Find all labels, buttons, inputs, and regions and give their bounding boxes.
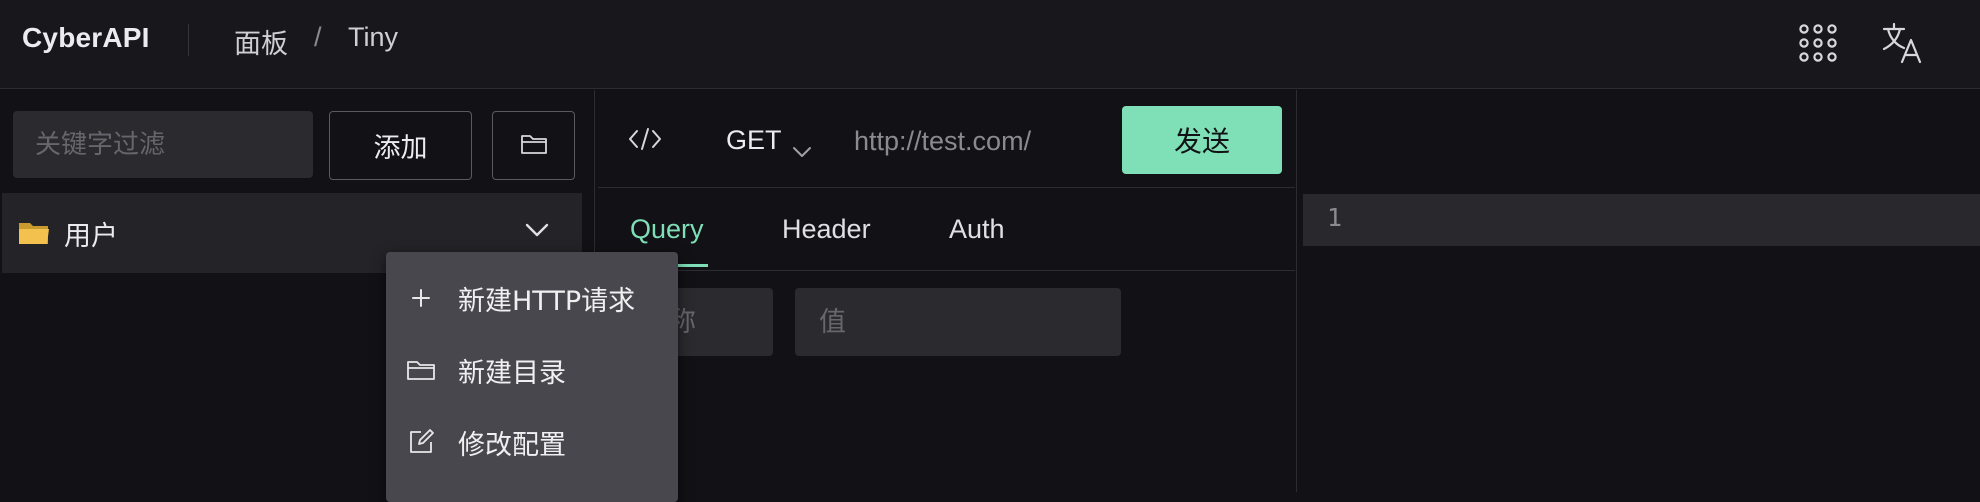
menu-item-label: 新建目录 bbox=[458, 357, 566, 389]
editor-line[interactable]: 1 bbox=[1303, 194, 1980, 246]
plus-icon bbox=[406, 283, 436, 313]
query-value-input[interactable] bbox=[795, 288, 1121, 356]
menu-item-edit-config[interactable]: 修改配置 bbox=[386, 410, 678, 474]
menu-item-new-folder[interactable]: 新建目录 bbox=[386, 338, 678, 402]
folder-outline-icon bbox=[520, 132, 548, 159]
chevron-down-icon bbox=[792, 134, 812, 157]
method-value: GET bbox=[726, 124, 782, 155]
menu-item-label: 修改配置 bbox=[458, 429, 566, 461]
tab-header[interactable]: Header bbox=[782, 214, 871, 245]
code-icon[interactable] bbox=[628, 126, 662, 152]
translate-icon[interactable] bbox=[1880, 20, 1926, 66]
keyword-filter-input[interactable] bbox=[13, 111, 313, 178]
tabs-divider bbox=[598, 270, 1295, 271]
breadcrumb-separator: / bbox=[314, 22, 322, 52]
app-brand[interactable]: CyberAPI bbox=[22, 22, 150, 54]
edit-icon bbox=[406, 427, 436, 457]
breadcrumb-root[interactable]: 面板 bbox=[234, 22, 288, 61]
url-divider bbox=[598, 187, 1295, 188]
tab-query[interactable]: Query bbox=[630, 214, 704, 245]
top-bar: CyberAPI 面板 / Tiny bbox=[0, 0, 1980, 89]
request-panel: GET 发送 Query Header Auth bbox=[598, 90, 1295, 492]
menu-item-new-http-request[interactable]: 新建HTTP请求 bbox=[386, 266, 678, 330]
tab-auth[interactable]: Auth bbox=[949, 214, 1005, 245]
response-panel: 1 bbox=[1296, 90, 1980, 492]
breadcrumb-current: Tiny bbox=[348, 22, 399, 52]
line-number: 1 bbox=[1327, 203, 1343, 232]
folder-outline-icon bbox=[406, 355, 436, 385]
apps-grid-icon[interactable] bbox=[1795, 20, 1841, 66]
context-menu: 新建HTTP请求 新建目录 修改配置 bbox=[386, 252, 678, 502]
url-input[interactable] bbox=[854, 116, 1104, 166]
menu-item-label: 新建HTTP请求 bbox=[458, 285, 636, 317]
tree-folder-label: 用户 bbox=[64, 220, 118, 252]
new-folder-button[interactable] bbox=[492, 111, 575, 180]
folder-icon bbox=[18, 220, 50, 246]
brand-divider bbox=[188, 24, 189, 56]
method-select[interactable]: GET bbox=[726, 120, 812, 160]
send-button[interactable]: 发送 bbox=[1122, 106, 1282, 174]
add-button[interactable]: 添加 bbox=[329, 111, 472, 180]
chevron-down-icon[interactable] bbox=[524, 221, 550, 239]
